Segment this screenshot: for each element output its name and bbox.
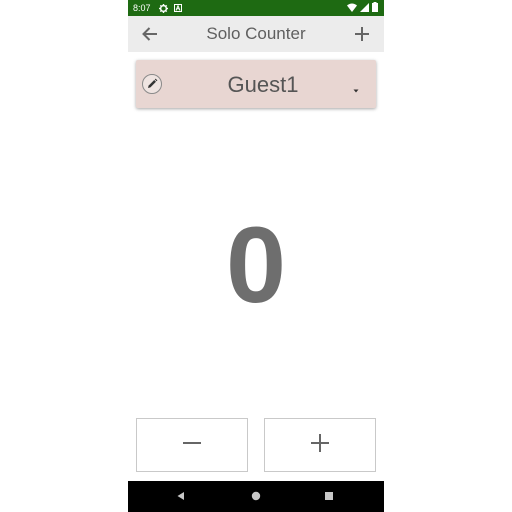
battery-icon bbox=[372, 2, 378, 14]
player-selector[interactable]: Guest1 bbox=[136, 60, 376, 108]
back-triangle-icon[interactable] bbox=[174, 489, 188, 503]
settings-icon bbox=[158, 3, 168, 13]
increment-button[interactable] bbox=[264, 418, 376, 472]
player-name: Guest1 bbox=[227, 72, 299, 97]
wifi-icon bbox=[347, 3, 357, 14]
home-circle-icon[interactable] bbox=[249, 489, 263, 503]
plus-icon bbox=[309, 432, 331, 459]
minus-icon bbox=[181, 432, 203, 459]
add-icon[interactable] bbox=[352, 24, 372, 44]
signal-icon bbox=[360, 2, 369, 14]
status-bar: 8:07 bbox=[128, 0, 384, 16]
decrement-button[interactable] bbox=[136, 418, 248, 472]
arrow-back-icon[interactable] bbox=[140, 24, 160, 44]
recents-square-icon[interactable] bbox=[322, 489, 336, 503]
navigation-bar bbox=[128, 481, 384, 512]
phone-screen: 8:07 Solo Counter Guest1 0 bbox=[128, 0, 384, 512]
page-title: Solo Counter bbox=[206, 24, 306, 43]
status-time: 8:07 bbox=[133, 3, 151, 13]
app-bar: Solo Counter bbox=[128, 16, 384, 52]
counter-value: 0 bbox=[225, 204, 287, 325]
caret-down-icon[interactable] bbox=[352, 81, 360, 93]
a-badge-icon bbox=[173, 4, 182, 12]
